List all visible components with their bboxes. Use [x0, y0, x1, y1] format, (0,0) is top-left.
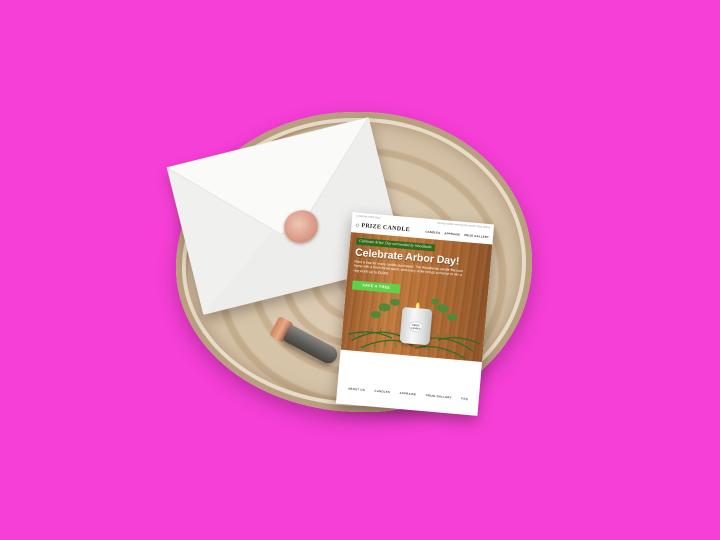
nav-item-appraise: APPRAISE: [444, 231, 461, 237]
hero-section: Celebrate Arbor Day surrounded by Woodla…: [340, 232, 493, 363]
email-footer: ABOUT US CANDLES APPRAISE PRIZE GALLERY …: [337, 382, 480, 406]
footer-faq: FAQ: [461, 396, 469, 401]
email-nav: CANDLES APPRAISE PRIZE GALLERY: [425, 230, 489, 240]
brand: ◇ PRIZE CANDLE: [355, 222, 410, 233]
jar-label: PRIZE CANDLE: [408, 320, 424, 333]
brand-name: PRIZE CANDLE: [361, 222, 411, 234]
footer-candles: CANDLES: [374, 388, 391, 395]
candle-jar: PRIZE CANDLE: [399, 306, 433, 346]
email-printout: Celebrate Arbor Day! Having trouble view…: [335, 212, 495, 416]
footer-prize-gallery: PRIZE GALLERY: [425, 393, 453, 400]
candle-photo: PRIZE CANDLE: [341, 290, 488, 362]
footer-appraise: APPRAISE: [399, 390, 417, 397]
nav-item-prize-gallery: PRIZE GALLERY: [464, 232, 490, 240]
diamond-icon: ◇: [355, 222, 360, 229]
footer-about-us: ABOUT US: [347, 386, 366, 392]
nav-item-candles: CANDLES: [425, 229, 441, 235]
photo-scene: Celebrate Arbor Day! Having trouble view…: [0, 0, 720, 540]
